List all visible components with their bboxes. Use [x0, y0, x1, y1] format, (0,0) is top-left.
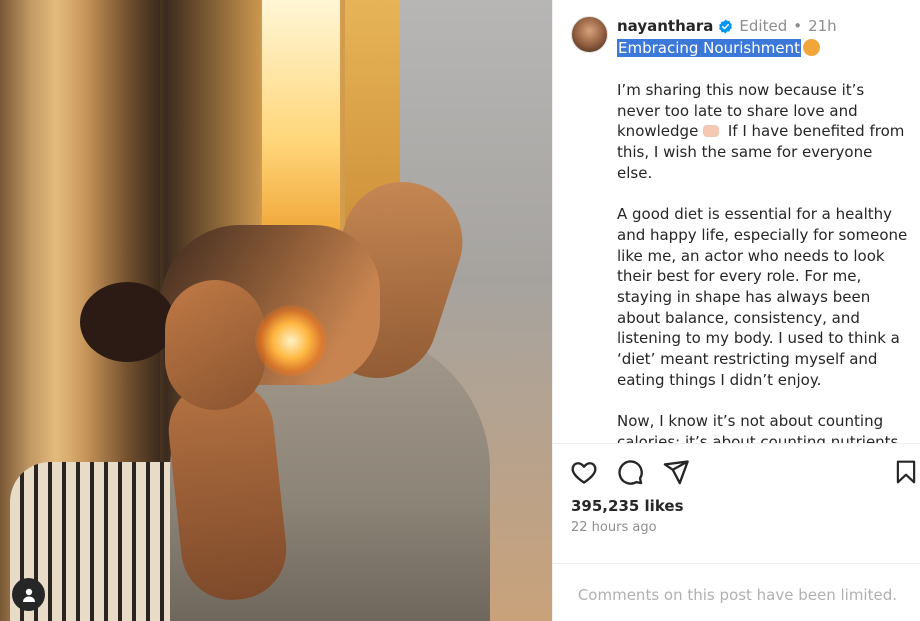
share-button[interactable]	[661, 457, 691, 487]
heart-icon	[571, 462, 597, 484]
like-button[interactable]	[569, 457, 599, 487]
header-separator: •	[793, 17, 803, 35]
comment-button[interactable]	[615, 457, 645, 487]
caption-paragraph: A good diet is essential for a healthy a…	[617, 205, 908, 389]
post-details-panel: nayanthara Edited • 21h Embracing Nouris…	[552, 0, 920, 621]
photo-window-light	[262, 0, 340, 235]
send-icon	[663, 460, 689, 485]
caption-scroll-area[interactable]: nayanthara Edited • 21h Embracing Nouris…	[553, 0, 920, 443]
likes-count[interactable]: 395,235 likes	[571, 497, 684, 515]
divider	[553, 443, 920, 444]
heart-hands-emoji-icon	[703, 125, 720, 138]
post-timestamp: 22 hours ago	[571, 520, 657, 535]
comment-icon	[618, 460, 643, 485]
avatar[interactable]	[571, 16, 608, 53]
post-photo	[0, 0, 552, 621]
caption-body: I’m sharing this now because it’s never …	[617, 80, 909, 443]
hugging-face-emoji-icon	[802, 39, 820, 56]
caption-title-text: Embracing Nourishment	[617, 39, 801, 57]
caption-title: Embracing Nourishment	[617, 38, 820, 58]
caption-paragraph: Now, I know it’s not about counting calo…	[617, 412, 899, 443]
username-link[interactable]: nayanthara	[617, 17, 713, 35]
bookmark-icon	[896, 460, 916, 484]
save-button[interactable]	[891, 457, 920, 487]
edited-label: Edited	[739, 17, 788, 35]
photo-sun-flare	[255, 305, 327, 377]
user-tag-button[interactable]	[12, 578, 45, 611]
photo-hair-bun	[80, 282, 175, 362]
comments-limited-notice: Comments on this post have been limited.	[577, 586, 897, 604]
post-actions	[553, 455, 920, 491]
verified-badge-icon	[719, 19, 733, 33]
divider	[553, 563, 920, 564]
post-header: nayanthara Edited • 21h	[617, 17, 837, 35]
photo-hand	[165, 280, 265, 410]
caption-paragraph: I’m sharing this now because it’s never …	[617, 80, 909, 184]
user-tag-icon	[22, 588, 35, 602]
post-time[interactable]: 21h	[808, 17, 837, 35]
